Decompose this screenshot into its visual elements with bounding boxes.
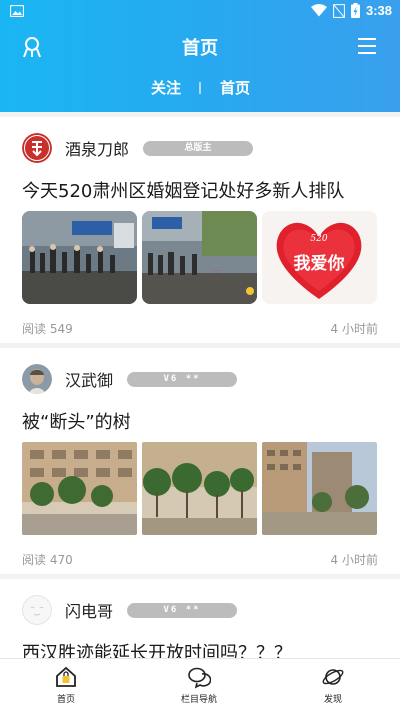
level-badge: V6 ** (127, 602, 238, 618)
read-count: 阅读 470 (22, 553, 73, 567)
nav-sections[interactable]: 栏目导航 (164, 665, 234, 705)
chat-bubbles-icon (188, 667, 211, 689)
role-badge: 总版主 (143, 140, 254, 156)
page-title: 首页 (182, 38, 218, 59)
author-row: 汉武御 V6 ** (22, 363, 238, 395)
image-row (22, 442, 378, 535)
title-bar: 首页 (0, 30, 400, 64)
status-time: 3:38 (365, 3, 392, 18)
home-lock-icon (56, 666, 76, 687)
post-image[interactable] (22, 442, 137, 535)
image-overlay-text: 我爱你 (294, 253, 345, 274)
author-name[interactable]: 闪电哥 (65, 598, 113, 622)
post-title[interactable]: 被“断头”的树 (22, 408, 131, 434)
post-image[interactable] (22, 211, 137, 304)
tab-divider (199, 82, 201, 94)
post-meta: 阅读 549 4 小时前 (22, 320, 378, 337)
feed-tabs: 关注 首页 (0, 74, 400, 102)
post-image[interactable] (142, 442, 257, 535)
author-row: 闪电哥 V6 ** (22, 594, 238, 626)
avatar[interactable] (22, 364, 52, 394)
tab-follow[interactable]: 关注 (151, 77, 181, 98)
post-time: 4 小时前 (330, 553, 378, 567)
signal-icon (333, 3, 345, 18)
battery-icon (350, 3, 360, 18)
post-title[interactable]: 今天520肃州区婚姻登记处好多新人排队 (22, 177, 344, 203)
post-card[interactable]: 闪电哥 V6 ** 西汉胜迹能延长开放时间吗？？？ (0, 579, 400, 658)
avatar[interactable] (22, 133, 52, 163)
wifi-icon (310, 4, 327, 17)
author-name[interactable]: 酒泉刀郎 (65, 136, 129, 160)
image-notification-icon (10, 5, 24, 17)
nav-sections-label: 栏目导航 (180, 695, 217, 705)
author-row: 酒泉刀郎 总版主 (22, 132, 254, 164)
app-header: 3:38 首页 关注 首页 (0, 0, 400, 112)
post-image[interactable]: 520 我爱你 (262, 211, 377, 304)
level-badge: V6 ** (127, 371, 238, 387)
post-image[interactable]: ····· ····· (142, 211, 257, 304)
post-title[interactable]: 西汉胜迹能延长开放时间吗？？？ (22, 639, 292, 658)
post-feed[interactable]: 酒泉刀郎 总版主 今天520肃州区婚姻登记处好多新人排队 ····· ·····… (0, 112, 400, 658)
nav-discover-label: 发现 (323, 695, 342, 705)
post-time: 4 小时前 (330, 322, 378, 336)
nav-home[interactable]: 首页 (31, 665, 101, 705)
svg-text:·····: ····· (212, 276, 222, 283)
status-bar: 3:38 (0, 0, 400, 24)
bottom-nav: 首页 栏目导航 发现 (0, 658, 400, 711)
image-row: ····· ····· 520 我爱你 (22, 211, 378, 304)
post-card[interactable]: 酒泉刀郎 总版主 今天520肃州区婚姻登记处好多新人排队 ····· ·····… (0, 117, 400, 343)
tab-home[interactable]: 首页 (220, 77, 250, 98)
avatar[interactable] (22, 595, 52, 625)
nav-discover[interactable]: 发现 (298, 665, 368, 705)
menu-icon[interactable] (358, 37, 376, 55)
post-meta: 阅读 470 4 小时前 (22, 551, 378, 568)
svg-text:·····: ····· (212, 268, 222, 275)
read-count: 阅读 549 (22, 322, 73, 336)
svg-text:520: 520 (310, 234, 327, 244)
post-card[interactable]: 汉武御 V6 ** 被“断头”的树 阅读 470 4 小时前 (0, 348, 400, 574)
post-image[interactable] (262, 442, 377, 535)
nav-home-label: 首页 (56, 695, 75, 705)
author-name[interactable]: 汉武御 (65, 367, 113, 391)
planet-icon (322, 669, 344, 685)
